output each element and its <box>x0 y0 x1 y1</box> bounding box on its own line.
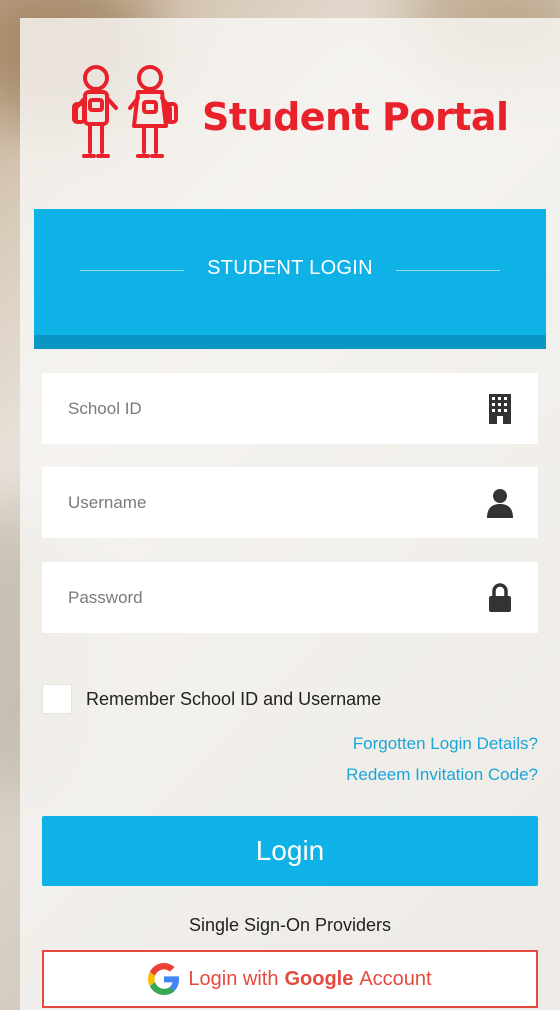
redeem-invitation-link[interactable]: Redeem Invitation Code? <box>346 765 538 785</box>
forgot-login-link[interactable]: Forgotten Login Details? <box>353 734 538 754</box>
building-icon <box>486 393 514 425</box>
google-icon <box>148 963 180 995</box>
google-provider: Google <box>284 967 354 990</box>
user-icon <box>486 487 514 519</box>
password-input[interactable] <box>66 586 450 609</box>
username-field[interactable] <box>42 467 538 538</box>
remember-me[interactable]: Remember School ID and Username <box>42 684 381 714</box>
login-button[interactable]: Login <box>42 816 538 886</box>
login-panel: Student Portal STUDENT LOGIN School ID U… <box>20 18 560 1010</box>
google-prefix: Login with <box>188 967 279 990</box>
remember-label: Remember School ID and Username <box>86 688 382 709</box>
sso-label: Single Sign-On Providers <box>188 915 392 935</box>
remember-checkbox[interactable] <box>42 684 72 714</box>
banner-title: STUDENT LOGIN <box>207 257 373 279</box>
username-input[interactable] <box>66 491 450 514</box>
google-login-button[interactable]: Login with Google Account <box>42 950 538 1008</box>
school-id-field[interactable] <box>42 373 538 444</box>
students-logo-icon <box>72 65 178 158</box>
lock-icon <box>486 582 514 614</box>
google-suffix: Account <box>359 967 432 990</box>
password-field[interactable] <box>42 562 538 633</box>
brand-title: Student Portal <box>202 94 509 139</box>
login-banner: STUDENT LOGIN <box>34 209 546 349</box>
brand-logo: Student Portal <box>70 64 509 169</box>
school-id-input[interactable] <box>66 397 450 420</box>
